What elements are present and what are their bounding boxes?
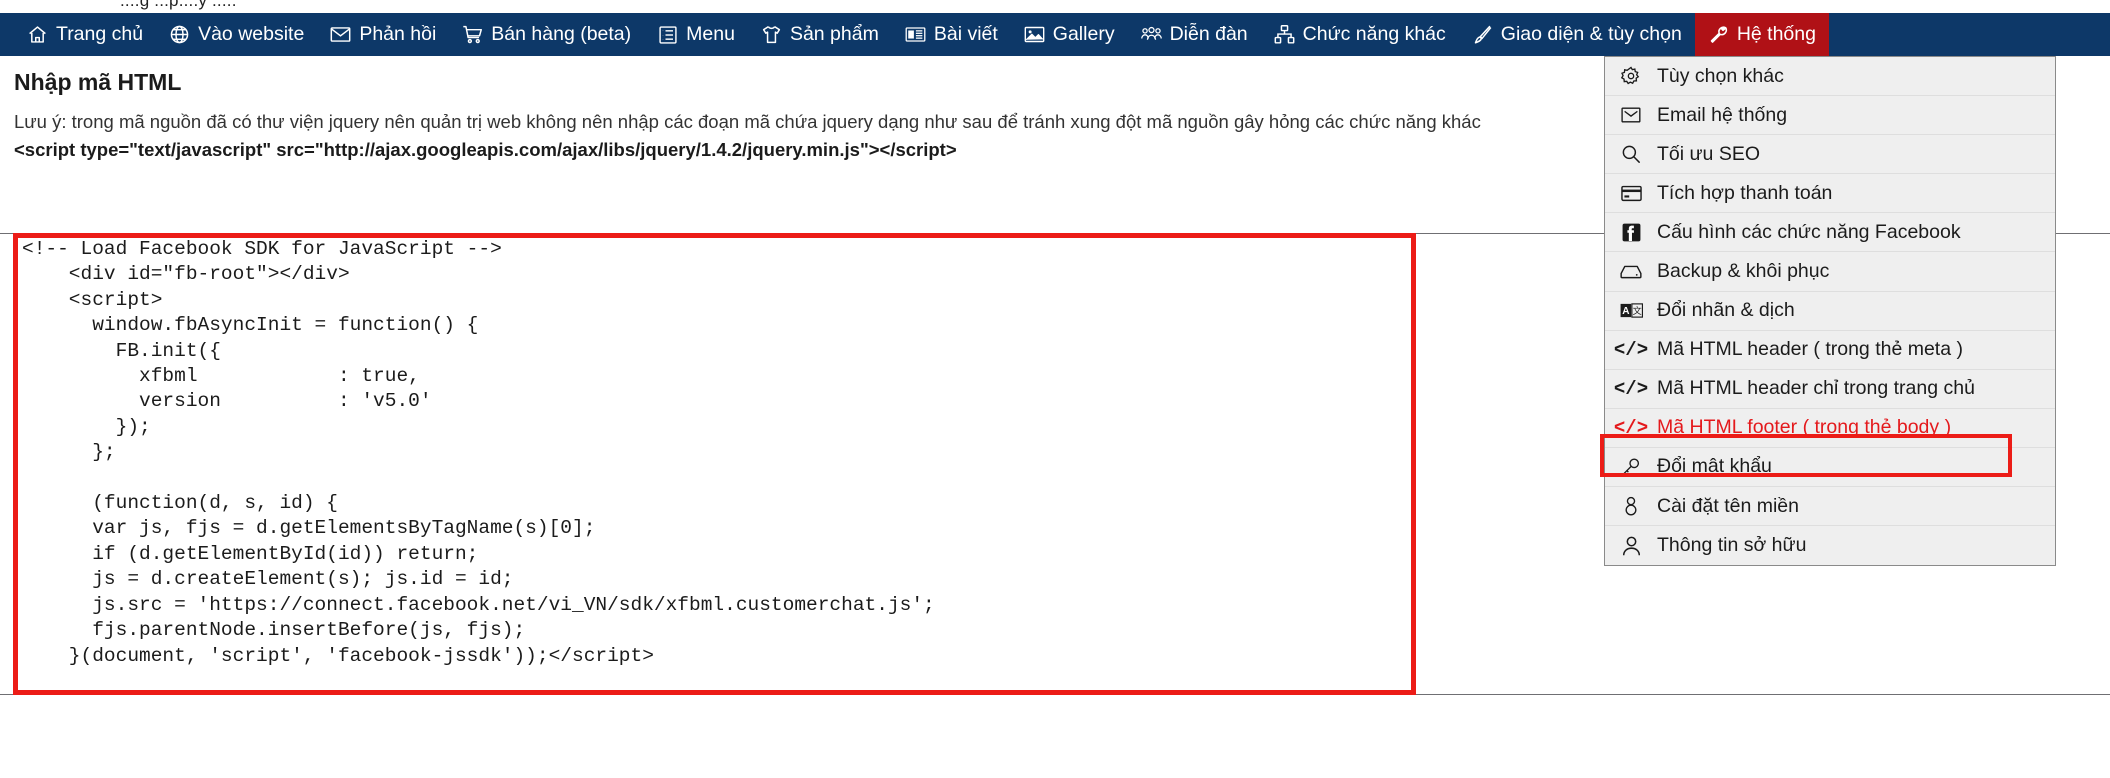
translate-icon: A文	[1619, 300, 1643, 322]
menu-item-doi-nhan-dich[interactable]: A文 Đổi nhãn & dịch	[1605, 291, 2055, 331]
html-code-editor-box[interactable]	[13, 233, 1416, 695]
nav-item-giao-dien-tuy-chon[interactable]: Giao diện & tùy chọn	[1459, 13, 1695, 56]
image-icon	[1024, 24, 1045, 45]
menu-item-backup-khoi-phuc[interactable]: Backup & khôi phục	[1605, 252, 2055, 292]
menu-item-label: Tối ưu SEO	[1657, 142, 1761, 165]
notice-text-line1: Lưu ý: trong mã nguồn đã có thư viện jqu…	[14, 111, 1481, 132]
notice-text-line2: <script type="text/javascript" src="http…	[14, 139, 957, 160]
menu-item-label: Cấu hình các chức năng Facebook	[1657, 220, 1961, 243]
clipped-top-text: ....g ...p....y .....	[120, 0, 237, 10]
menu-item-toi-uu-seo[interactable]: Tối ưu SEO	[1605, 135, 2055, 175]
menu-item-label: Cài đặt tên miền	[1657, 494, 1799, 517]
facebook-icon	[1619, 221, 1643, 243]
menu-item-label: Mã HTML header ( trong thẻ meta )	[1657, 338, 1963, 361]
nav-item-chuc-nang-khac[interactable]: Chức năng khác	[1261, 13, 1459, 56]
menu-item-tuy-chon-khac[interactable]: Tùy chọn khác	[1605, 57, 2055, 97]
menu-item-cai-dat-ten-mien[interactable]: Cài đặt tên miền	[1605, 487, 2055, 527]
he-thong-dropdown-menu: Tùy chọn khác Email hệ thống Tối ưu SEO …	[1604, 56, 2056, 567]
email-icon	[1619, 104, 1643, 126]
menu-item-label: Mã HTML footer ( trong thẻ body )	[1657, 416, 1952, 439]
gear-icon	[1619, 65, 1643, 87]
article-icon	[905, 24, 926, 45]
sitemap-icon	[1274, 24, 1295, 45]
menu-item-ma-html-header-meta[interactable]: </> Mã HTML header ( trong thẻ meta )	[1605, 330, 2055, 370]
menu-item-label: Mã HTML header chỉ trong trang chủ	[1657, 377, 1975, 400]
envelope-icon	[330, 24, 351, 45]
shopping-cart-icon	[462, 24, 483, 45]
domain-icon	[1619, 495, 1643, 517]
globe-icon	[169, 24, 190, 45]
nav-item-he-thong[interactable]: Hệ thống	[1694, 13, 1829, 56]
menu-item-ma-html-footer-body[interactable]: </> Mã HTML footer ( trong thẻ body )	[1605, 408, 2055, 448]
nav-item-bai-viet[interactable]: Bài viết	[892, 13, 1011, 56]
users-icon	[1140, 24, 1162, 45]
nav-label: Hệ thống	[1736, 22, 1816, 45]
nav-label: Bài viết	[933, 22, 998, 45]
admin-page: ....g ...p....y ..... Trang chủ Vào webs…	[0, 0, 2110, 778]
nav-label: Chức năng khác	[1302, 22, 1446, 45]
svg-text:A: A	[1622, 306, 1629, 317]
menu-item-doi-mat-khau[interactable]: Đổi mật khẩu	[1605, 447, 2055, 488]
list-icon	[657, 24, 678, 45]
tshirt-icon	[761, 24, 782, 45]
nav-item-dien-dan[interactable]: Diễn đàn	[1128, 13, 1261, 56]
nav-item-vao-website[interactable]: Vào website	[156, 13, 317, 56]
nav-label: Diễn đàn	[1169, 22, 1248, 45]
html-code-textarea[interactable]	[22, 238, 1411, 690]
page-title: Nhập mã HTML	[14, 69, 182, 96]
nav-label: Menu	[686, 22, 735, 45]
menu-item-label: Email hệ thống	[1657, 103, 1788, 126]
credit-card-icon	[1619, 182, 1643, 204]
nav-item-trang-chu[interactable]: Trang chủ	[14, 13, 156, 56]
menu-item-label: Tích hợp thanh toán	[1657, 181, 1833, 204]
wrench-icon	[1708, 24, 1729, 45]
menu-item-ma-html-header-trang-chu[interactable]: </> Mã HTML header chỉ trong trang chủ	[1605, 369, 2055, 409]
code-icon: </>	[1613, 377, 1649, 400]
nav-label: Gallery	[1052, 22, 1115, 45]
menu-item-label: Thông tin sở hữu	[1657, 534, 1807, 557]
nav-label: Trang chủ	[56, 22, 144, 45]
top-navigation-bar: Trang chủ Vào website Phản hồi Bán hàng …	[0, 13, 2110, 56]
paintbrush-icon	[1472, 24, 1493, 45]
menu-item-email-he-thong[interactable]: Email hệ thống	[1605, 96, 2055, 136]
nav-label: Vào website	[198, 22, 305, 45]
nav-item-phan-hoi[interactable]: Phản hồi	[317, 13, 449, 56]
nav-label: Phản hồi	[359, 22, 437, 45]
menu-item-label: Backup & khôi phục	[1657, 260, 1830, 283]
key-icon	[1619, 456, 1643, 478]
nav-label: Giao diện & tùy chọn	[1500, 22, 1682, 45]
home-icon	[27, 24, 48, 45]
nav-item-ban-hang[interactable]: Bán hàng (beta)	[449, 13, 644, 56]
menu-item-tich-hop-thanh-toan[interactable]: Tích hợp thanh toán	[1605, 174, 2055, 214]
nav-label: Bán hàng (beta)	[491, 22, 632, 45]
menu-item-label: Đổi nhãn & dịch	[1657, 299, 1795, 322]
user-icon	[1619, 535, 1643, 557]
database-icon	[1619, 261, 1643, 283]
search-icon	[1619, 143, 1643, 165]
svg-text:文: 文	[1632, 305, 1641, 316]
menu-item-cau-hinh-facebook[interactable]: Cấu hình các chức năng Facebook	[1605, 213, 2055, 253]
menu-item-label: Tùy chọn khác	[1657, 64, 1784, 87]
code-icon: </>	[1613, 416, 1649, 439]
code-icon: </>	[1613, 338, 1649, 361]
nav-item-san-pham[interactable]: Sản phẩm	[748, 13, 892, 56]
menu-item-label: Đổi mật khẩu	[1657, 455, 1772, 478]
nav-item-gallery[interactable]: Gallery	[1011, 13, 1128, 56]
menu-item-thong-tin-so-huu[interactable]: Thông tin sở hữu	[1605, 526, 2055, 566]
nav-item-menu[interactable]: Menu	[644, 13, 748, 56]
nav-label: Sản phẩm	[789, 22, 879, 45]
